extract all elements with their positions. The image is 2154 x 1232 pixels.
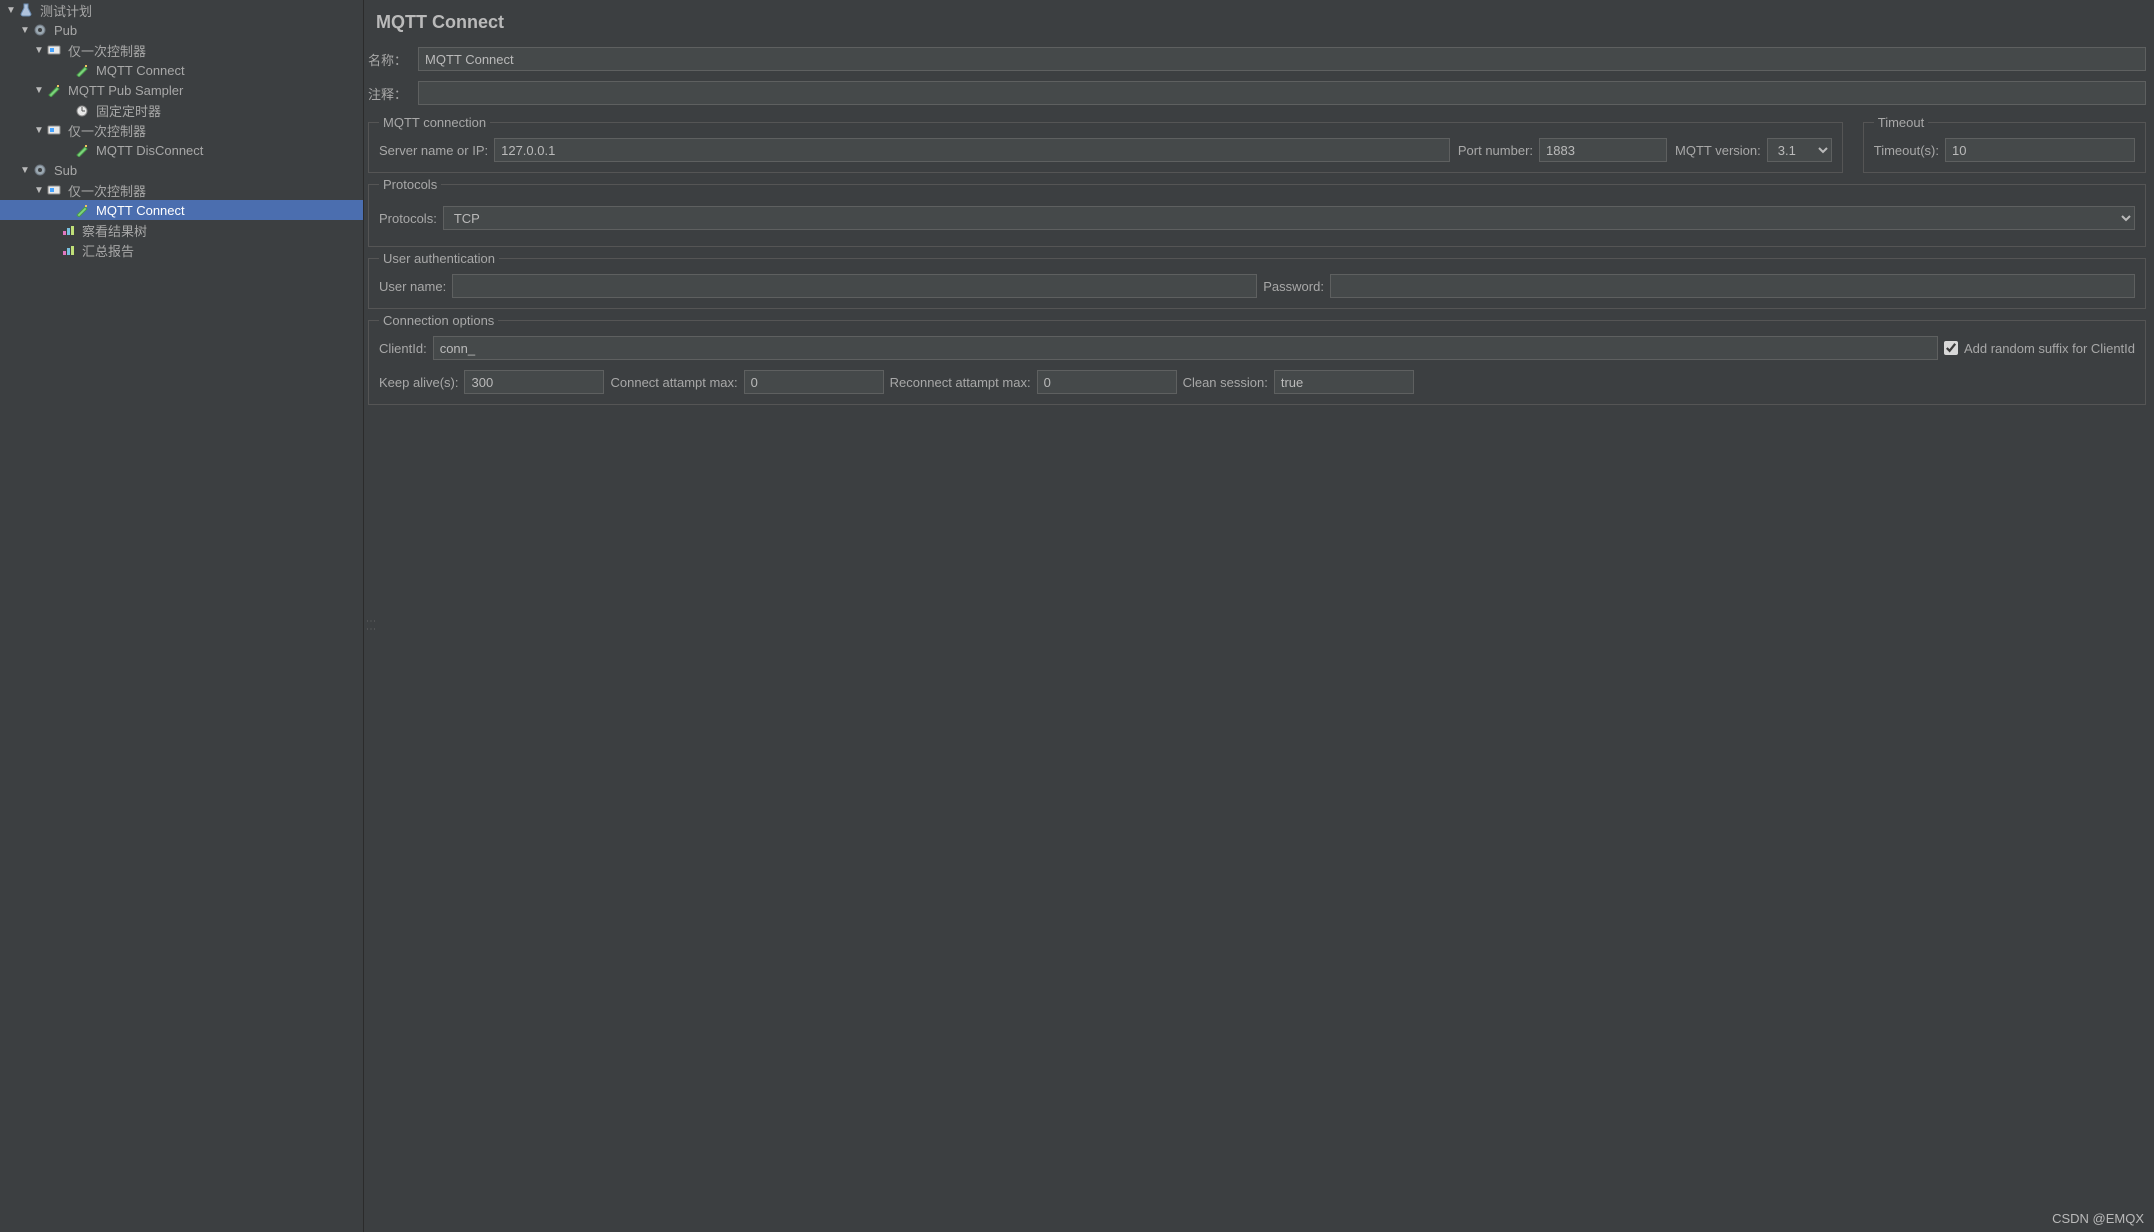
controller-icon xyxy=(46,182,62,198)
main-panel: MQTT Connect 名称： 注释： MQTT connection Ser… xyxy=(364,0,2154,1232)
tree-label: MQTT Connect xyxy=(94,62,187,79)
tree-item-mqtt-connect[interactable]: MQTT Connect xyxy=(0,60,363,80)
tree-label: MQTT Connect xyxy=(94,202,187,219)
flask-icon xyxy=(18,2,34,18)
timeout-legend: Timeout xyxy=(1874,115,1928,130)
page-title: MQTT Connect xyxy=(372,0,2154,43)
password-input[interactable] xyxy=(1330,274,2135,298)
chevron-down-icon[interactable] xyxy=(32,85,46,96)
timeout-group: Timeout Timeout(s): xyxy=(1863,115,2146,173)
tree-item-pub[interactable]: Pub xyxy=(0,20,363,40)
tree-item-pub-sampler[interactable]: MQTT Pub Sampler xyxy=(0,80,363,100)
version-label: MQTT version: xyxy=(1675,143,1761,158)
tree-label: 测试计划 xyxy=(38,0,94,21)
port-input[interactable] xyxy=(1539,138,1667,162)
username-label: User name: xyxy=(379,279,446,294)
tree-item-mqtt-connect-selected[interactable]: MQTT Connect xyxy=(0,200,363,220)
protocols-group: Protocols Protocols: TCP xyxy=(368,177,2146,247)
mqtt-connection-legend: MQTT connection xyxy=(379,115,490,130)
tree-label: 汇总报告 xyxy=(80,240,136,261)
protocols-label: Protocols: xyxy=(379,211,437,226)
server-label: Server name or IP: xyxy=(379,143,488,158)
connection-options-group: Connection options ClientId: Add random … xyxy=(368,313,2146,405)
tree-item-sub[interactable]: Sub xyxy=(0,160,363,180)
tree-item-once-controller[interactable]: 仅一次控制器 xyxy=(0,180,363,200)
clientid-input[interactable] xyxy=(433,336,1938,360)
tree-label: 仅一次控制器 xyxy=(66,180,148,201)
tree-label: 固定定时器 xyxy=(94,100,163,121)
random-suffix-input[interactable] xyxy=(1944,341,1958,355)
tree-label: 仅一次控制器 xyxy=(66,40,148,61)
gear-icon xyxy=(32,22,48,38)
connect-attempt-label: Connect attampt max: xyxy=(610,375,737,390)
chart-icon xyxy=(60,242,76,258)
timer-icon xyxy=(74,102,90,118)
tree-label: 察看结果树 xyxy=(80,220,149,241)
tree-item-once-controller[interactable]: 仅一次控制器 xyxy=(0,40,363,60)
sampler-icon xyxy=(46,82,62,98)
chevron-down-icon[interactable] xyxy=(18,25,32,36)
sampler-icon xyxy=(74,202,90,218)
port-label: Port number: xyxy=(1458,143,1533,158)
chevron-down-icon[interactable] xyxy=(32,125,46,136)
name-label: 名称： xyxy=(368,50,412,69)
tree-label: MQTT Pub Sampler xyxy=(66,82,185,99)
gear-icon xyxy=(32,162,48,178)
tree-label: MQTT DisConnect xyxy=(94,142,205,159)
timeout-label: Timeout(s): xyxy=(1874,143,1939,158)
controller-icon xyxy=(46,122,62,138)
chevron-down-icon[interactable] xyxy=(32,45,46,56)
keepalive-input[interactable] xyxy=(464,370,604,394)
keepalive-label: Keep alive(s): xyxy=(379,375,458,390)
sampler-icon xyxy=(74,62,90,78)
random-suffix-checkbox[interactable]: Add random suffix for ClientId xyxy=(1944,341,2135,356)
tree-item-once-controller[interactable]: 仅一次控制器 xyxy=(0,120,363,140)
name-input[interactable] xyxy=(418,47,2146,71)
tree-panel: 测试计划 Pub 仅一次控制器 MQTT Connect MQTT Pub Sa… xyxy=(0,0,364,1232)
tree-item-view-results[interactable]: 察看结果树 xyxy=(0,220,363,240)
tree-label: Pub xyxy=(52,22,79,39)
chart-icon xyxy=(60,222,76,238)
tree-item-summary[interactable]: 汇总报告 xyxy=(0,240,363,260)
clientid-label: ClientId: xyxy=(379,341,427,356)
tree-label: Sub xyxy=(52,162,79,179)
auth-legend: User authentication xyxy=(379,251,499,266)
tree-item-disconnect[interactable]: MQTT DisConnect xyxy=(0,140,363,160)
chevron-down-icon[interactable] xyxy=(18,165,32,176)
splitter-handle[interactable]: ⋮⋮ xyxy=(365,616,376,632)
random-suffix-label: Add random suffix for ClientId xyxy=(1964,341,2135,356)
chevron-down-icon[interactable] xyxy=(32,185,46,196)
protocols-legend: Protocols xyxy=(379,177,441,192)
reconnect-attempt-label: Reconnect attampt max: xyxy=(890,375,1031,390)
tree-label: 仅一次控制器 xyxy=(66,120,148,141)
connection-options-legend: Connection options xyxy=(379,313,498,328)
sampler-icon xyxy=(74,142,90,158)
reconnect-attempt-input[interactable] xyxy=(1037,370,1177,394)
auth-group: User authentication User name: Password: xyxy=(368,251,2146,309)
password-label: Password: xyxy=(1263,279,1324,294)
tree-item-testplan[interactable]: 测试计划 xyxy=(0,0,363,20)
tree-item-timer[interactable]: 固定定时器 xyxy=(0,100,363,120)
chevron-down-icon[interactable] xyxy=(4,5,18,16)
version-select[interactable]: 3.1 xyxy=(1767,138,1832,162)
connect-attempt-input[interactable] xyxy=(744,370,884,394)
comment-label: 注释： xyxy=(368,84,412,103)
watermark: CSDN @EMQX xyxy=(2052,1211,2144,1226)
comment-input[interactable] xyxy=(418,81,2146,105)
mqtt-connection-group: MQTT connection Server name or IP: Port … xyxy=(368,115,1843,173)
clean-session-input[interactable] xyxy=(1274,370,1414,394)
controller-icon xyxy=(46,42,62,58)
username-input[interactable] xyxy=(452,274,1257,298)
timeout-input[interactable] xyxy=(1945,138,2135,162)
protocols-select[interactable]: TCP xyxy=(443,206,2135,230)
server-input[interactable] xyxy=(494,138,1450,162)
clean-session-label: Clean session: xyxy=(1183,375,1268,390)
